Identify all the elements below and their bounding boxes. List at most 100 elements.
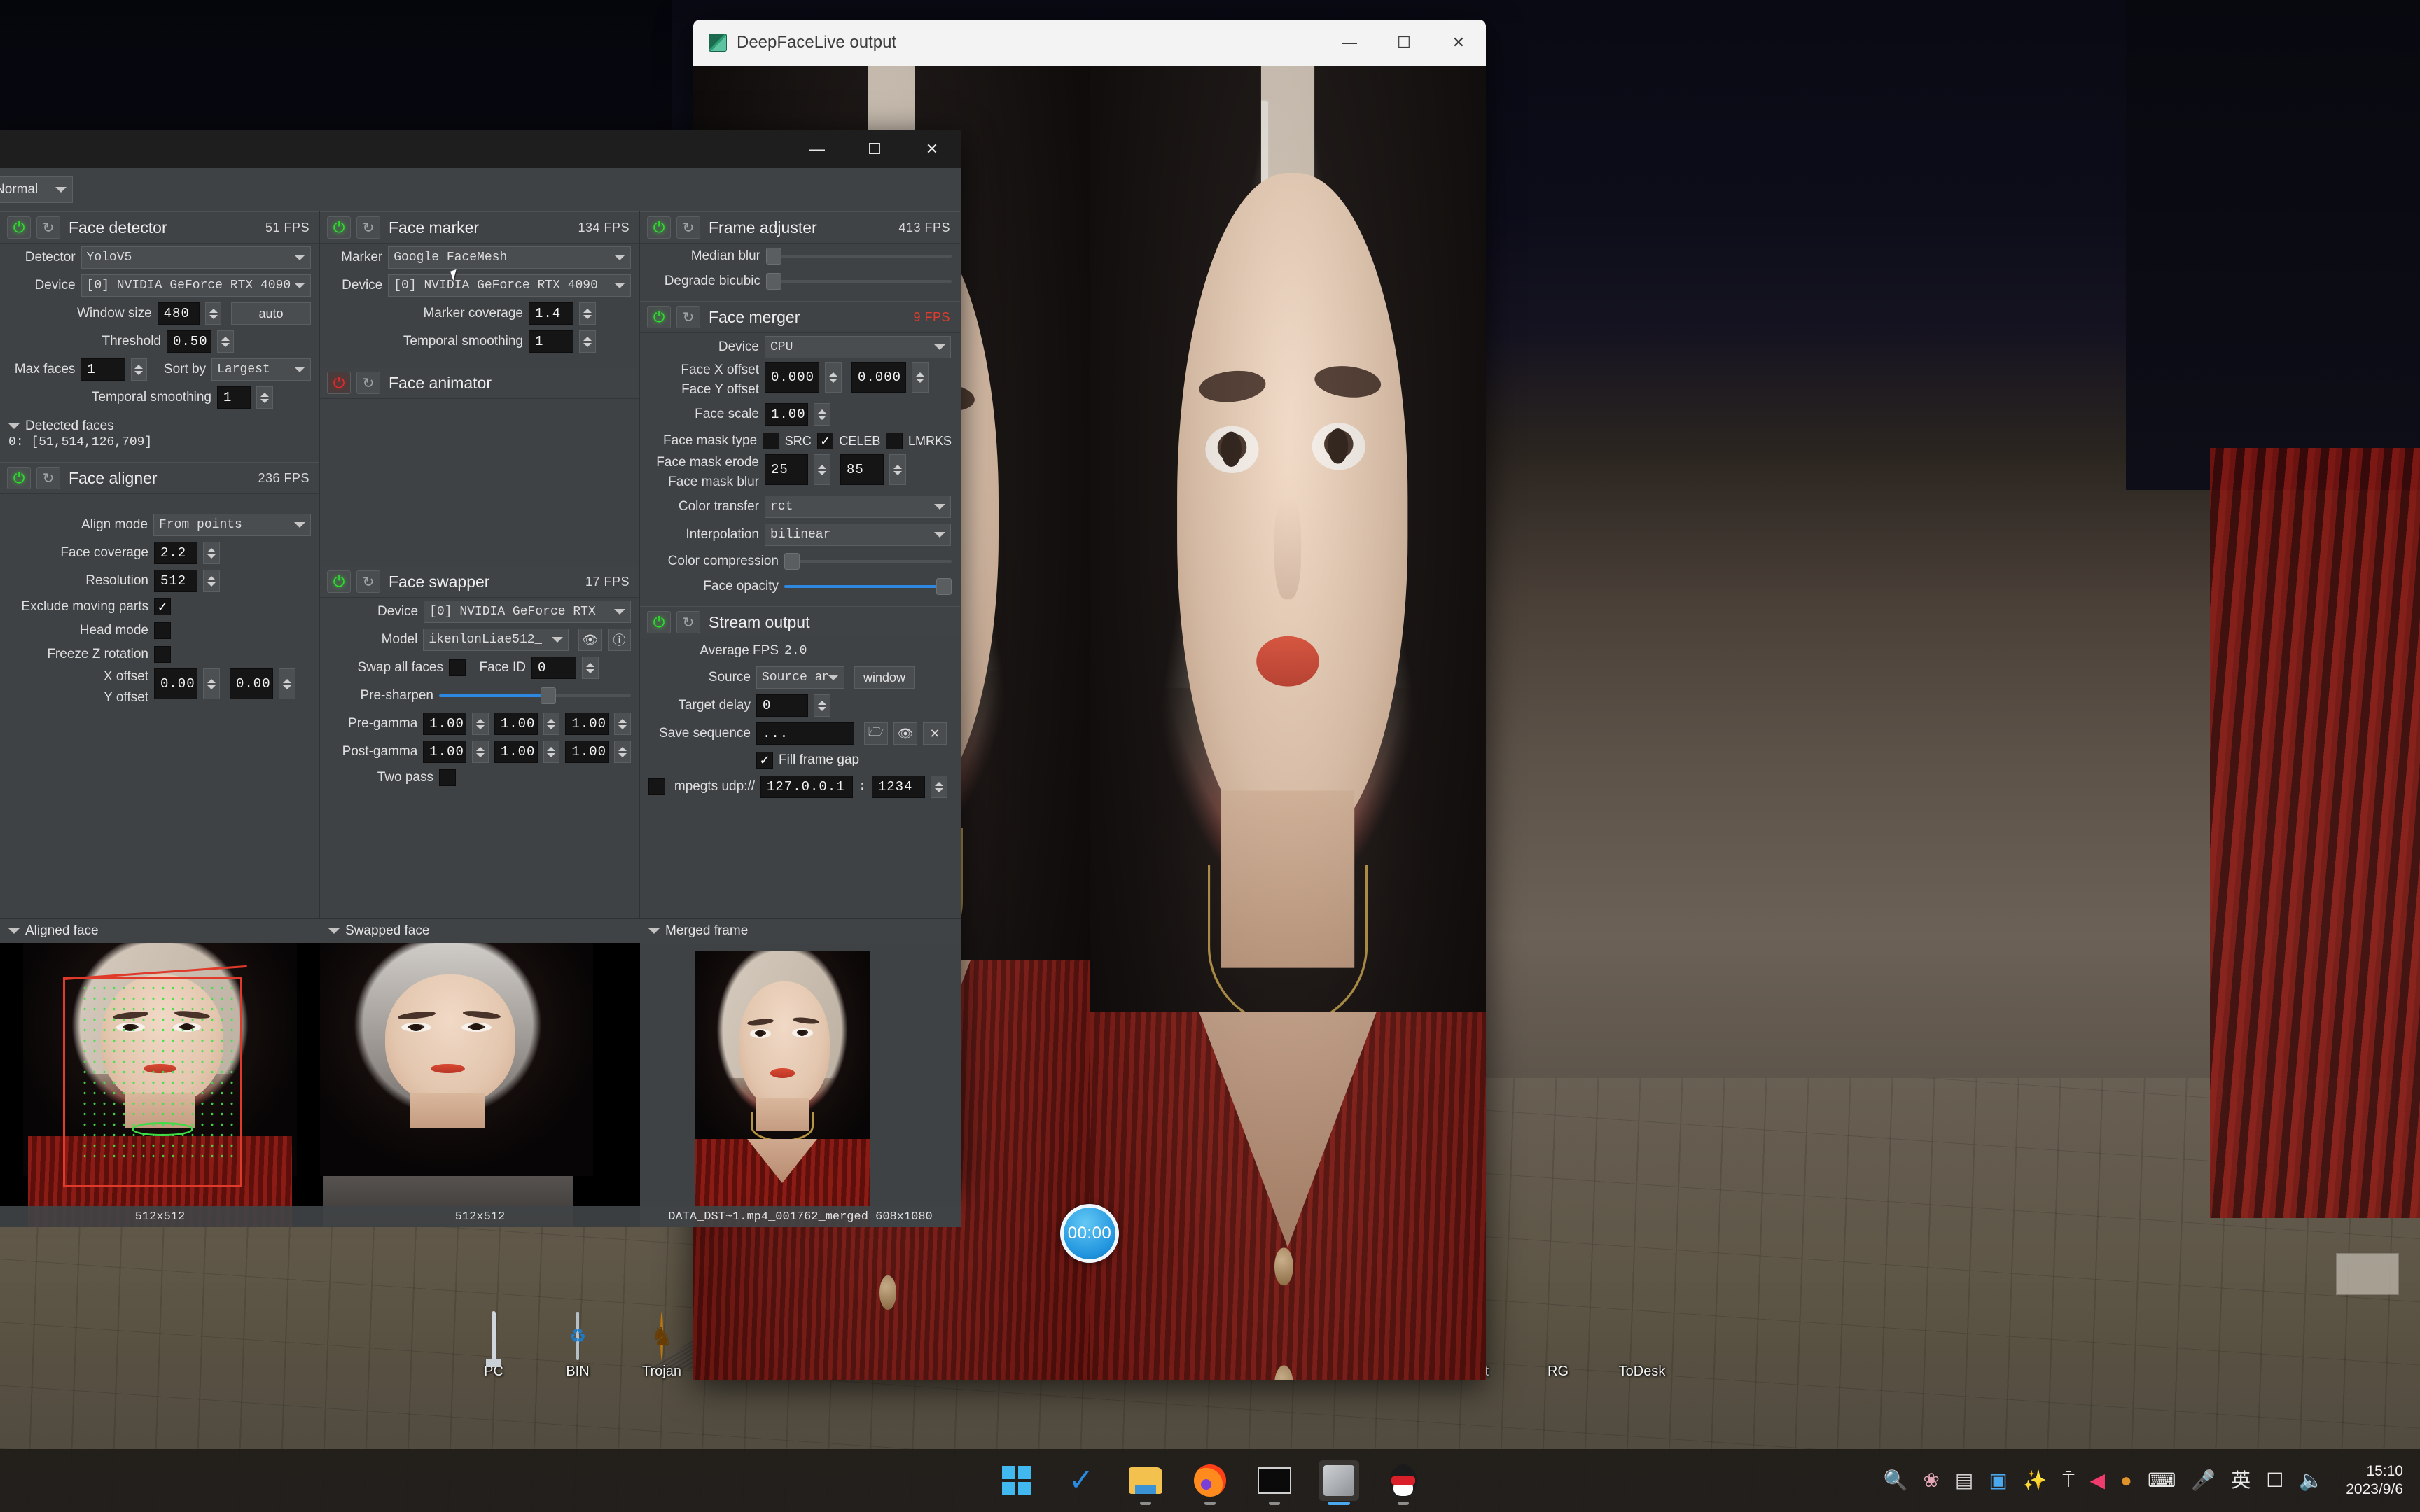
mpegts-host-input[interactable]: 127.0.0.1 <box>760 776 853 798</box>
settings-window-titlebar[interactable]: — ☐ ✕ <box>0 130 961 168</box>
model-select[interactable]: ikenlonLiae512_ <box>423 629 569 651</box>
pre-gamma-b-input[interactable]: 1.00 <box>565 713 609 735</box>
face-mask-blur-stepper[interactable] <box>889 454 906 485</box>
taskbar-clock[interactable]: 15:10 2023/9/6 <box>2346 1462 2403 1498</box>
terminal-button[interactable] <box>1254 1460 1295 1505</box>
mpegts-port-input[interactable]: 1234 <box>871 776 925 798</box>
detector-temporal-smoothing-input[interactable]: 1 <box>217 386 251 409</box>
exclude-moving-parts-checkbox[interactable]: ✓ <box>154 598 171 615</box>
y-offset-input[interactable]: 0.00 <box>230 668 273 699</box>
mode-selector[interactable]: Normal <box>0 176 73 203</box>
face-scale-stepper[interactable] <box>814 403 830 426</box>
marker-coverage-input[interactable]: 1.4 <box>529 302 573 325</box>
post-gamma-b-input[interactable]: 1.00 <box>565 741 609 763</box>
detector-select[interactable]: YoloV5 <box>81 246 311 269</box>
face-merger-power-toggle[interactable]: ⏻ <box>647 306 671 328</box>
file-explorer-button[interactable] <box>1125 1460 1166 1505</box>
post-gamma-b-stepper[interactable] <box>614 741 631 763</box>
swapper-device-select[interactable]: [0] NVIDIA GeForce RTX <box>424 601 631 623</box>
detector-temporal-smoothing-stepper[interactable] <box>256 386 273 409</box>
aligned-face-toggle[interactable]: Aligned face <box>0 919 320 943</box>
y-offset-stepper[interactable] <box>279 668 295 699</box>
source-select[interactable]: Source and <box>756 666 844 689</box>
pre-gamma-g-input[interactable]: 1.00 <box>494 713 538 735</box>
book-tray-icon[interactable]: ▤ <box>1955 1471 1973 1490</box>
info-icon[interactable]: ⓘ <box>607 629 631 651</box>
mask-celeb-checkbox[interactable]: ✓ <box>816 433 834 449</box>
pre-sharpen-slider[interactable] <box>439 685 631 707</box>
detected-faces-toggle[interactable]: Detected faces <box>0 417 319 435</box>
minimize-button[interactable]: — <box>788 130 846 168</box>
face-x-offset-stepper[interactable] <box>825 362 842 393</box>
interpolation-select[interactable]: bilinear <box>765 524 951 546</box>
monitor-tray-icon[interactable]: ▣ <box>1989 1471 2007 1490</box>
output-window-titlebar[interactable]: DeepFaceLive output — ☐ ✕ <box>693 20 1486 66</box>
window-size-auto-button[interactable]: auto <box>231 302 311 325</box>
face-opacity-slider[interactable] <box>784 575 952 598</box>
window-size-input[interactable]: 480 <box>157 302 200 325</box>
face-aligner-power-toggle[interactable]: ⏻ <box>7 467 31 489</box>
microphone-tray-icon[interactable]: 🎤 <box>2191 1471 2216 1490</box>
target-delay-input[interactable]: 0 <box>756 694 808 717</box>
face-animator-power-toggle[interactable]: ⏻ <box>327 372 351 394</box>
pre-gamma-r-stepper[interactable] <box>471 713 489 735</box>
x-offset-stepper[interactable] <box>203 668 220 699</box>
keyboard-tray-icon[interactable]: ⌨ <box>2148 1471 2176 1490</box>
firefox-button[interactable] <box>1190 1460 1230 1505</box>
median-blur-slider[interactable] <box>766 245 952 267</box>
swap-all-faces-checkbox[interactable] <box>449 659 466 676</box>
close-icon[interactable]: ✕ <box>923 722 947 745</box>
marker-select[interactable]: Google FaceMesh <box>388 246 631 269</box>
frame-adjuster-reset-button[interactable]: ↻ <box>676 216 700 239</box>
face-detector-reset-button[interactable]: ↻ <box>36 216 60 239</box>
deepfacelive-button[interactable] <box>1319 1460 1359 1505</box>
face-mask-blur-input[interactable]: 85 <box>840 454 884 485</box>
media-tray-icon[interactable]: ◀ <box>2089 1471 2105 1490</box>
target-delay-stepper[interactable] <box>814 694 830 717</box>
x-offset-input[interactable]: 0.00 <box>154 668 197 699</box>
frame-adjuster-power-toggle[interactable]: ⏻ <box>647 216 671 239</box>
face-marker-reset-button[interactable]: ↻ <box>356 216 380 239</box>
threshold-stepper[interactable] <box>217 330 234 353</box>
close-button[interactable]: ✕ <box>903 130 961 168</box>
desktop-icon-bin[interactable]: BIN <box>532 1309 623 1380</box>
qq-tray-icon[interactable]: ● <box>2120 1471 2132 1490</box>
face-aligner-reset-button[interactable]: ↻ <box>36 467 60 489</box>
threshold-input[interactable]: 0.50 <box>167 330 211 353</box>
desktop-icon-pc[interactable]: PC <box>448 1309 539 1380</box>
freeze-z-rotation-checkbox[interactable] <box>154 646 171 663</box>
marker-coverage-stepper[interactable] <box>579 302 596 325</box>
color-compression-slider[interactable] <box>784 550 952 573</box>
stream-output-reset-button[interactable]: ↻ <box>676 611 700 634</box>
face-scale-input[interactable]: 1.00 <box>765 403 808 426</box>
network-tray-icon[interactable]: ☐ <box>2266 1471 2283 1490</box>
post-gamma-g-input[interactable]: 1.00 <box>494 741 538 763</box>
start-button[interactable] <box>996 1460 1037 1501</box>
flower-tray-icon[interactable]: ❀ <box>1923 1471 1939 1490</box>
max-faces-input[interactable]: 1 <box>81 358 125 381</box>
face-swapper-reset-button[interactable]: ↻ <box>356 570 380 593</box>
face-animator-reset-button[interactable]: ↻ <box>356 372 380 394</box>
marker-temporal-smoothing-stepper[interactable] <box>579 330 596 353</box>
face-id-stepper[interactable] <box>582 657 599 679</box>
eye-icon[interactable]: 👁 <box>578 629 602 651</box>
volume-tray-icon[interactable]: 🔈 <box>2299 1471 2323 1490</box>
align-mode-select[interactable]: From points <box>153 514 311 536</box>
usb-tray-icon[interactable]: ⍑ <box>2063 1471 2075 1490</box>
close-button[interactable]: ✕ <box>1431 20 1486 66</box>
maximize-button[interactable]: ☐ <box>846 130 903 168</box>
pre-gamma-g-stepper[interactable] <box>543 713 560 735</box>
post-gamma-r-input[interactable]: 1.00 <box>423 741 466 763</box>
face-id-input[interactable]: 0 <box>531 657 576 679</box>
desktop-icon-rg[interactable]: RG <box>1512 1309 1604 1380</box>
face-detector-power-toggle[interactable]: ⏻ <box>7 216 31 239</box>
face-y-offset-stepper[interactable] <box>912 362 929 393</box>
face-coverage-stepper[interactable] <box>203 542 220 564</box>
resolution-stepper[interactable] <box>203 570 220 592</box>
face-coverage-input[interactable]: 2.2 <box>154 542 197 564</box>
two-pass-checkbox[interactable] <box>439 769 456 786</box>
face-merger-reset-button[interactable]: ↻ <box>676 306 700 328</box>
color-transfer-select[interactable]: rct <box>765 496 951 518</box>
face-swapper-power-toggle[interactable]: ⏻ <box>327 570 351 593</box>
face-marker-power-toggle[interactable]: ⏻ <box>327 216 351 239</box>
